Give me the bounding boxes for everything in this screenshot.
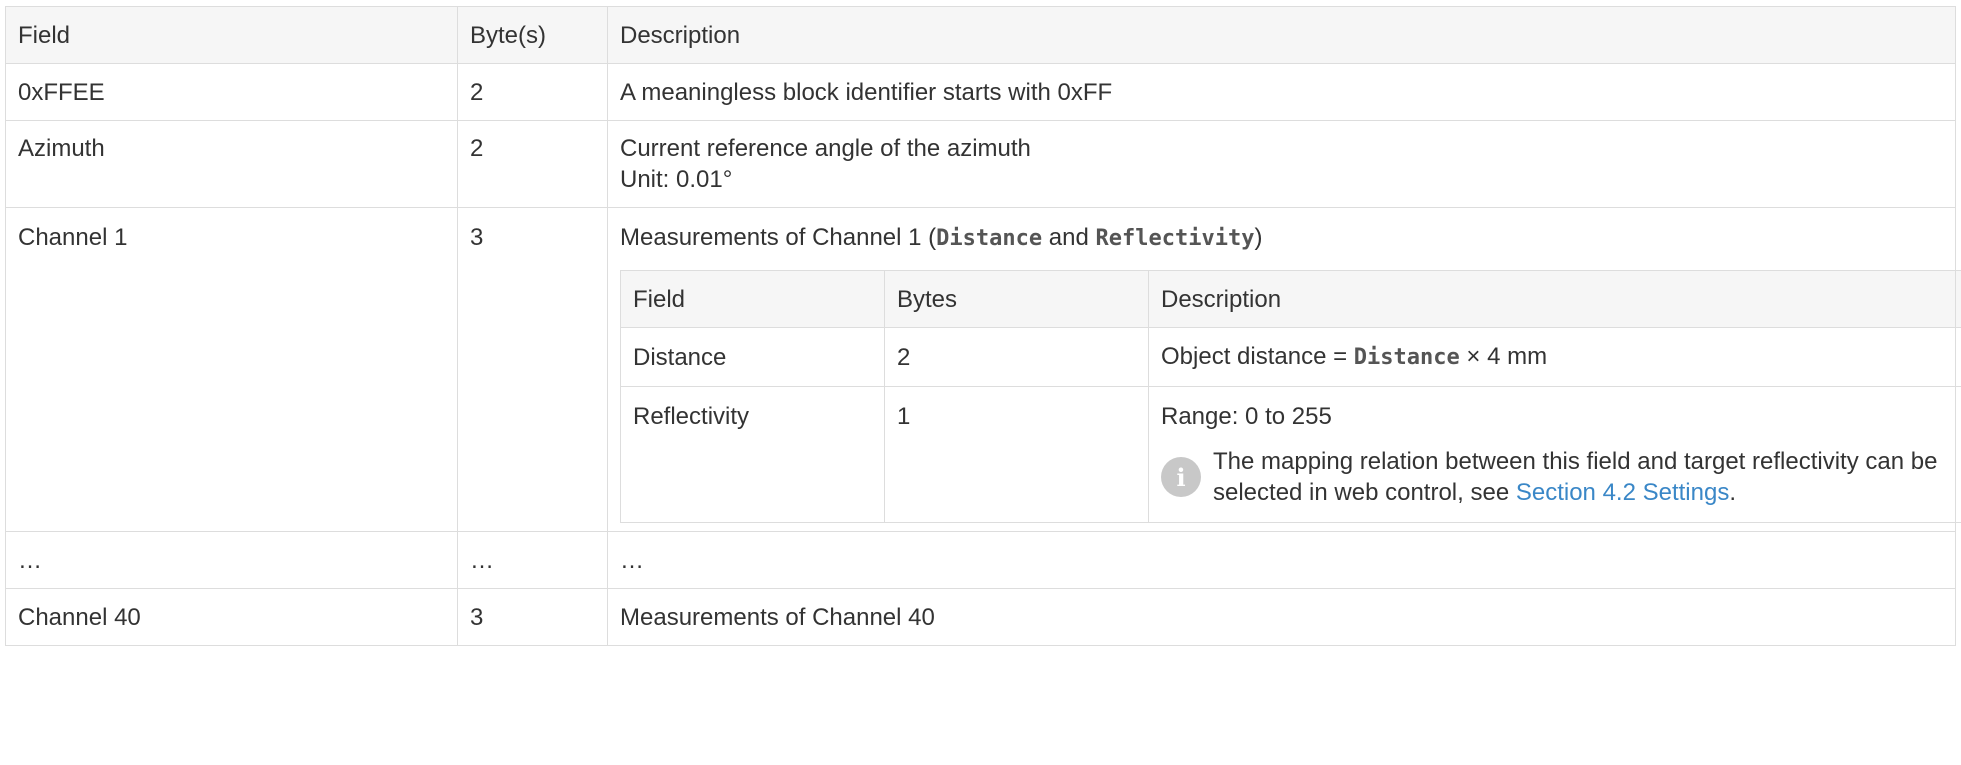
note-text: The mapping relation between this field … <box>1213 446 1958 508</box>
subcell-field: Reflectivity <box>620 386 885 523</box>
document: Field Byte(s) Description 0xFFEE 2 A mea… <box>5 6 1961 646</box>
cell-field: 0xFFEE <box>5 63 458 121</box>
code-reflectivity: Reflectivity <box>1095 226 1255 251</box>
info-note: i The mapping relation between this fiel… <box>1161 446 1958 508</box>
subheader-description: Description <box>1148 270 1961 328</box>
cell-field: Azimuth <box>5 120 458 208</box>
table-row: Azimuth 2 Current reference angle of the… <box>5 120 1956 208</box>
cell-description: Measurements of Channel 40 <box>607 588 1956 646</box>
table-row: Channel 40 3 Measurements of Channel 40 <box>5 588 1956 646</box>
subcell-bytes: 1 <box>884 386 1149 523</box>
info-icon: i <box>1161 457 1201 497</box>
desc-text: ) <box>1254 224 1263 251</box>
cell-field: … <box>5 531 458 589</box>
cell-field: Channel 40 <box>5 588 458 646</box>
subtable-row: Reflectivity 1 Range: 0 to 255 i The map… <box>620 386 1961 523</box>
header-field: Field <box>5 6 458 64</box>
subtable-header-row: Field Bytes Description <box>620 270 1961 328</box>
subheader-bytes: Bytes <box>884 270 1149 328</box>
subcell-field: Distance <box>620 327 885 387</box>
subheader-field: Field <box>620 270 885 328</box>
desc-text: Measurements of Channel 1 ( <box>620 224 937 251</box>
table-row: Channel 1 3 Measurements of Channel 1 (D… <box>5 207 1961 532</box>
code-distance: Distance <box>1353 345 1460 370</box>
azimuth-unit: Unit: 0.01° <box>620 166 733 193</box>
cell-bytes: 2 <box>457 120 608 208</box>
cell-bytes: … <box>457 531 608 589</box>
header-description: Description <box>607 6 1956 64</box>
azimuth-description: Current reference angle of the azimuth <box>620 135 1031 162</box>
subtable-row: Distance 2 Object distance = Distance × … <box>620 327 1961 387</box>
cell-description: … <box>607 531 1956 589</box>
section-settings-link[interactable]: Section 4.2 Settings <box>1516 479 1729 506</box>
cell-description: Current reference angle of the azimuth U… <box>607 120 1956 208</box>
desc-text: Object distance = <box>1161 343 1354 370</box>
desc-text: × 4 mm <box>1459 343 1548 370</box>
code-distance: Distance <box>936 226 1043 251</box>
range-text: Range: 0 to 255 <box>1161 403 1332 430</box>
cell-field: Channel 1 <box>5 207 458 532</box>
cell-bytes: 3 <box>457 588 608 646</box>
cell-description: Measurements of Channel 1 (Distance and … <box>607 207 1961 532</box>
subcell-bytes: 2 <box>884 327 1149 387</box>
desc-text: and <box>1042 224 1096 251</box>
subcell-description: Object distance = Distance × 4 mm <box>1148 327 1961 387</box>
cell-bytes: 3 <box>457 207 608 532</box>
subcell-description: Range: 0 to 255 i The mapping relation b… <box>1148 386 1961 523</box>
note-suffix: . <box>1729 479 1736 506</box>
channel-subtable: Field Bytes Description Distance 2 Objec… <box>620 270 1961 523</box>
cell-bytes: 2 <box>457 63 608 121</box>
data-block-table: Field Byte(s) Description 0xFFEE 2 A mea… <box>5 6 1961 646</box>
table-header-row: Field Byte(s) Description <box>5 6 1956 64</box>
channel-description: Measurements of Channel 1 (Distance and … <box>620 222 1943 254</box>
table-row: … … … <box>5 531 1956 589</box>
table-row: 0xFFEE 2 A meaningless block identifier … <box>5 63 1956 121</box>
cell-description: A meaningless block identifier starts wi… <box>607 63 1956 121</box>
header-bytes: Byte(s) <box>457 6 608 64</box>
